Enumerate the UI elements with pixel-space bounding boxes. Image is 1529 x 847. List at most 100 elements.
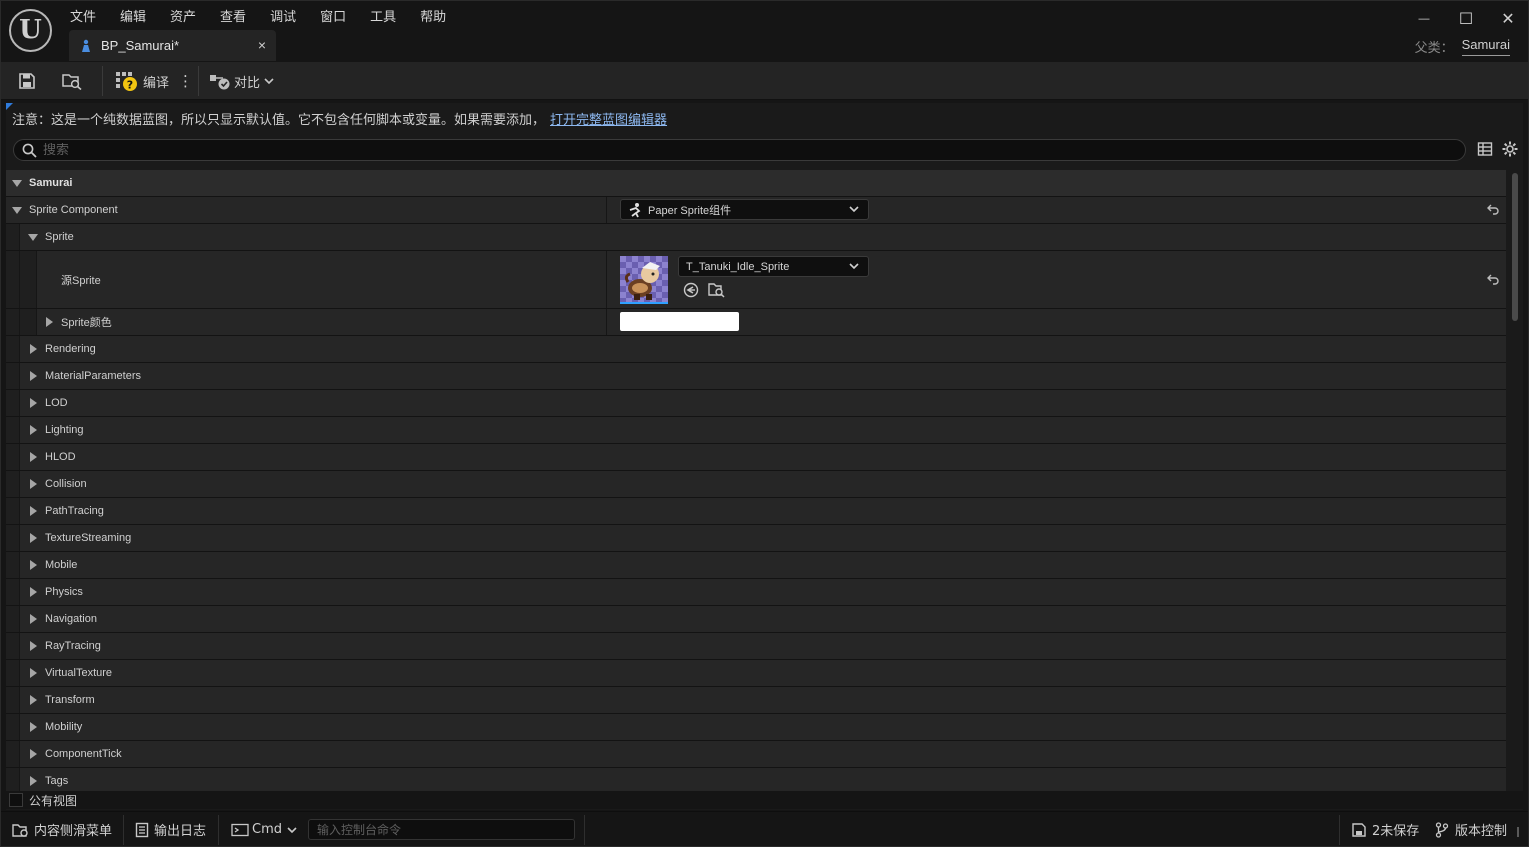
expand-arrow-icon[interactable]	[12, 206, 22, 214]
expand-arrow-icon[interactable]	[30, 749, 37, 759]
unreal-logo-icon[interactable]: U	[9, 9, 52, 52]
reset-to-default-icon[interactable]	[1486, 202, 1500, 218]
expand-arrow-icon[interactable]	[30, 479, 37, 489]
search-box[interactable]	[13, 139, 1466, 161]
save-icon	[19, 73, 35, 89]
category-material-parameters[interactable]: MaterialParameters	[6, 363, 1506, 390]
category-collision[interactable]: Collision	[6, 471, 1506, 498]
menu-file[interactable]: 文件	[58, 4, 108, 26]
category-virtual-texture[interactable]: VirtualTexture	[6, 660, 1506, 687]
parent-class-link[interactable]: Samurai	[1461, 37, 1510, 56]
category-lighting[interactable]: Lighting	[6, 417, 1506, 444]
menu-tools[interactable]: 工具	[358, 4, 408, 26]
details-scrollbar[interactable]	[1509, 170, 1521, 791]
category-physics[interactable]: Physics	[6, 579, 1506, 606]
reset-to-default-icon[interactable]	[1486, 272, 1500, 288]
expand-arrow-icon[interactable]	[30, 668, 37, 678]
expand-arrow-icon[interactable]	[30, 776, 37, 786]
expand-arrow-icon[interactable]	[28, 233, 38, 241]
category-label: RayTracing	[45, 640, 101, 652]
category-tags[interactable]: Tags	[6, 768, 1506, 791]
search-input[interactable]	[43, 142, 1443, 158]
source-control-icon	[1435, 821, 1449, 838]
expand-arrow-icon[interactable]	[30, 398, 37, 408]
status-bar: 内容侧滑菜单 输出日志 Cmd 2未保存	[0, 811, 1529, 847]
category-label: LOD	[45, 397, 68, 409]
unsaved-assets-button[interactable]: 2未保存	[1351, 817, 1419, 842]
expand-arrow-icon[interactable]	[30, 452, 37, 462]
category-navigation[interactable]: Navigation	[6, 606, 1506, 633]
category-component-tick[interactable]: ComponentTick	[6, 741, 1506, 768]
category-path-tracing[interactable]: PathTracing	[6, 498, 1506, 525]
expand-arrow-icon[interactable]	[30, 695, 37, 705]
chevron-down-icon	[849, 263, 859, 270]
diff-button[interactable]: 对比	[209, 68, 275, 94]
resize-grip[interactable]	[1517, 827, 1519, 837]
category-label: Rendering	[45, 343, 96, 355]
sprite-thumbnail[interactable]	[620, 256, 668, 304]
browse-asset-icon[interactable]	[708, 282, 726, 298]
maximize-button[interactable]: ☐	[1445, 0, 1487, 38]
indent-guide	[6, 579, 20, 605]
sprite-color-swatch[interactable]	[620, 312, 739, 331]
toolbar-divider	[198, 66, 199, 96]
expand-arrow-icon[interactable]	[30, 344, 37, 354]
category-rendering[interactable]: Rendering	[6, 336, 1506, 363]
category-ray-tracing[interactable]: RayTracing	[6, 633, 1506, 660]
expand-arrow-icon[interactable]	[30, 533, 37, 543]
expand-arrow-icon[interactable]	[12, 179, 22, 187]
menu-debug[interactable]: 调试	[258, 4, 308, 26]
menu-help[interactable]: 帮助	[408, 4, 458, 26]
menu-view[interactable]: 查看	[208, 4, 258, 26]
component-class-dropdown[interactable]: Paper Sprite组件	[620, 199, 869, 220]
minimize-button[interactable]: —	[1403, 0, 1445, 38]
use-selected-asset-icon[interactable]	[683, 282, 699, 298]
property-matrix-icon[interactable]	[1477, 141, 1493, 157]
source-sprite-dropdown[interactable]: T_Tanuki_Idle_Sprite	[678, 256, 869, 277]
settings-gear-icon[interactable]	[1502, 141, 1518, 157]
expand-arrow-icon[interactable]	[30, 506, 37, 516]
category-transform[interactable]: Transform	[6, 687, 1506, 714]
expand-arrow-icon[interactable]	[30, 560, 37, 570]
group-label: Sprite	[45, 231, 74, 243]
expand-arrow-icon[interactable]	[30, 641, 37, 651]
category-samurai[interactable]: Samurai	[6, 170, 1506, 197]
scrollbar-thumb[interactable]	[1512, 173, 1518, 321]
category-hlod[interactable]: HLOD	[6, 444, 1506, 471]
tab-bp-samurai[interactable]: BP_Samurai* ×	[69, 30, 276, 61]
expand-arrow-icon[interactable]	[30, 371, 37, 381]
open-full-editor-link[interactable]: 打开完整蓝图编辑器	[550, 109, 667, 128]
category-label: HLOD	[45, 451, 76, 463]
content-drawer-icon	[12, 823, 28, 837]
console-command-input[interactable]	[309, 820, 574, 839]
unsaved-label: 2未保存	[1372, 824, 1420, 839]
compile-button[interactable]: ? 编译	[115, 68, 169, 94]
category-texture-streaming[interactable]: TextureStreaming	[6, 525, 1506, 552]
browse-asset-button[interactable]	[61, 68, 83, 94]
public-view-checkbox[interactable]	[9, 793, 23, 807]
category-label: Navigation	[45, 613, 97, 625]
indent-guide	[6, 444, 20, 470]
expand-arrow-icon[interactable]	[30, 587, 37, 597]
close-window-button[interactable]: ✕	[1487, 0, 1529, 38]
source-control-button[interactable]: 版本控制	[1435, 817, 1507, 842]
category-lod[interactable]: LOD	[6, 390, 1506, 417]
category-mobility[interactable]: Mobility	[6, 714, 1506, 741]
category-mobile[interactable]: Mobile	[6, 552, 1506, 579]
cmd-selector[interactable]: Cmd	[231, 817, 298, 842]
menu-edit[interactable]: 编辑	[108, 4, 158, 26]
content-drawer-button[interactable]: 内容侧滑菜单	[12, 817, 112, 842]
expand-arrow-icon[interactable]	[30, 722, 37, 732]
expand-arrow-icon[interactable]	[30, 614, 37, 624]
menu-asset[interactable]: 资产	[158, 4, 208, 26]
output-log-button[interactable]: 输出日志	[135, 817, 206, 842]
compile-options-button[interactable]: ⋮	[178, 68, 193, 94]
parent-class-info: 父类： Samurai	[1415, 37, 1510, 56]
group-sprite[interactable]: Sprite	[6, 224, 1506, 251]
tab-close-icon[interactable]: ×	[258, 37, 266, 53]
expand-arrow-icon[interactable]	[46, 317, 53, 327]
save-button[interactable]	[18, 68, 36, 94]
expand-arrow-icon[interactable]	[30, 425, 37, 435]
console-command-box[interactable]	[308, 819, 575, 840]
menu-window[interactable]: 窗口	[308, 4, 358, 26]
